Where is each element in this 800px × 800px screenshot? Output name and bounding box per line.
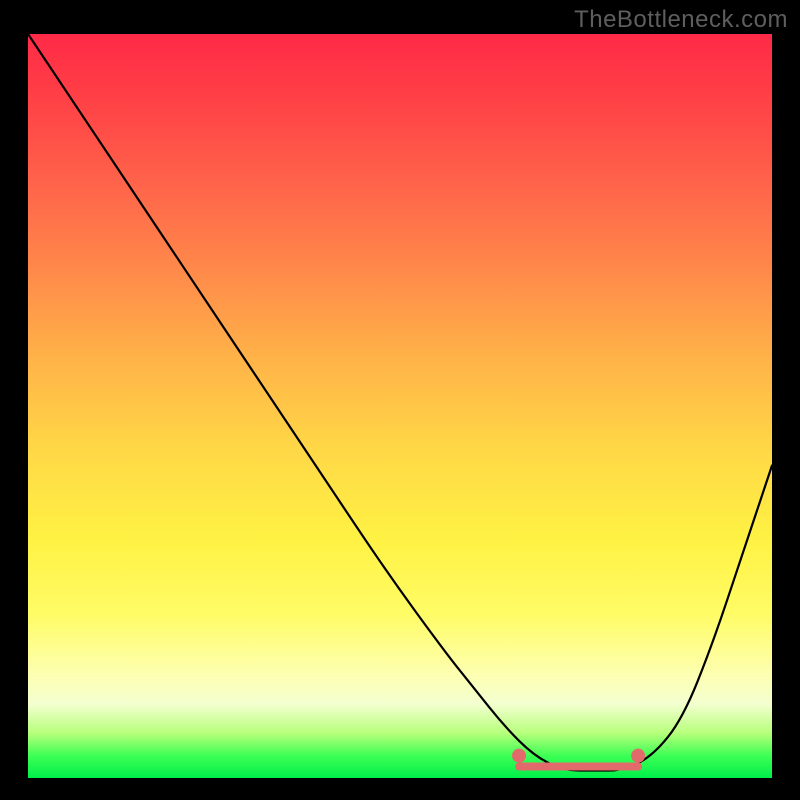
bottleneck-curve-svg (28, 34, 772, 778)
optimal-range-left-dot (512, 749, 526, 763)
optimal-range-right-dot (631, 749, 645, 763)
chart-frame: TheBottleneck.com (0, 0, 800, 800)
watermark-text: TheBottleneck.com (574, 6, 788, 34)
bottleneck-curve-line (28, 34, 772, 771)
plot-area (28, 34, 772, 778)
